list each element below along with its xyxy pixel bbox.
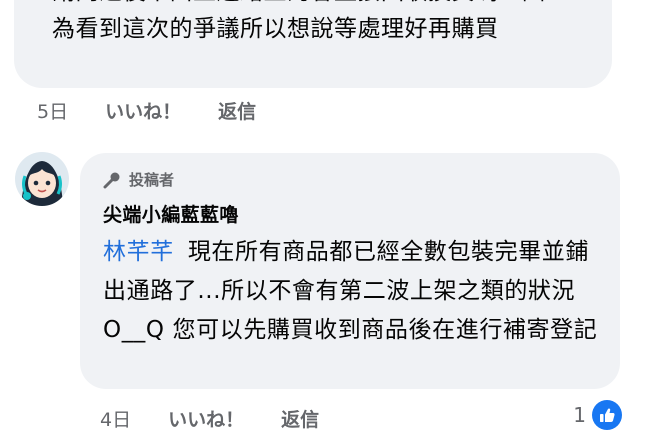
author-name[interactable]: 尖端小編藍藍嚕: [103, 200, 239, 227]
author-avatar-image: [15, 152, 69, 206]
reply-button[interactable]: 返信: [218, 97, 256, 124]
author-badge-label: 投稿者: [129, 171, 175, 189]
comment-thread: 請問之後市面上通路上的會直接回收換貨嗎？因 為看到這次的爭議所以想說等處理好再購…: [0, 0, 647, 438]
reply-body-text: 現在所有商品都已經全數包裝完畢並鋪出通路了...所以不會有第二波上架之類的狀況 …: [103, 239, 598, 343]
author-badge: 投稿者: [103, 169, 174, 190]
comment-bubble: 請問之後市面上通路上的會直接回收換貨嗎？因 為看到這次的爭議所以想說等處理好再購…: [14, 0, 612, 88]
thumbs-up-icon: [592, 400, 622, 430]
comment-text: 請問之後市面上通路上的會直接回收換貨嗎？因 為看到這次的爭議所以想說等處理好再購…: [52, 0, 545, 42]
like-button[interactable]: いいね！: [105, 97, 181, 124]
reply-timestamp[interactable]: 4日: [100, 405, 131, 432]
avatar[interactable]: [15, 152, 69, 206]
comment-timestamp[interactable]: 5日: [37, 97, 68, 124]
microphone-icon: [103, 172, 120, 188]
reply-bubble: 投稿者 尖端小編藍藍嚕 林芊芊 現在所有商品都已經全數包裝完畢並鋪出通路了...所…: [80, 153, 620, 389]
reaction-count: 1: [573, 403, 586, 427]
reply-button[interactable]: 返信: [281, 405, 319, 432]
reaction-summary[interactable]: 1: [573, 400, 622, 430]
comment-actions: 5日 いいね！ 返信: [37, 97, 293, 124]
reply-text: 林芊芊 現在所有商品都已經全數包裝完畢並鋪出通路了...所以不會有第二波上架之類的…: [103, 233, 603, 350]
reply-actions: 4日 いいね！ 返信: [100, 405, 356, 432]
like-button[interactable]: いいね！: [168, 405, 244, 432]
mention-link[interactable]: 林芊芊: [103, 239, 174, 265]
